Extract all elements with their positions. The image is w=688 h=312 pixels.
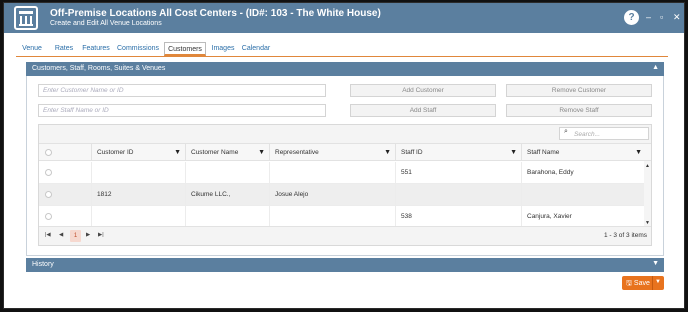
building-icon (14, 6, 38, 30)
grid-vertical-scrollbar[interactable]: ▲ ▼ (644, 161, 651, 228)
row-checkbox[interactable] (45, 169, 52, 176)
header-label: Customer Name (191, 149, 239, 156)
dropdown-caret-icon[interactable]: ▼ (655, 279, 661, 285)
cell-representative (269, 206, 395, 228)
tab-features[interactable]: Features (80, 42, 112, 56)
title-bar: Off-Premise Locations All Cost Centers -… (4, 3, 684, 33)
header-customer-name[interactable]: Customer Name ▼ (185, 144, 269, 161)
tab-customers[interactable]: Customers (164, 42, 206, 56)
header-label: Representative (275, 149, 319, 156)
prev-page-icon[interactable]: ◀ (59, 232, 63, 238)
grid-pager: |◀ ◀ 1 ▶ ▶| 1 - 3 of 3 items (39, 226, 651, 245)
cell-customer-id (91, 162, 185, 184)
header-label: Customer ID (97, 149, 134, 156)
staff-search-input[interactable]: Enter Staff Name or ID (38, 104, 326, 117)
grid-toolbar: ⌕ Search... (39, 125, 651, 144)
grid-search-placeholder: Search... (574, 131, 601, 138)
customer-search-input[interactable]: Enter Customer Name or ID (38, 84, 326, 97)
table-row[interactable]: 551 Barahona, Eddy (39, 162, 646, 184)
last-page-icon[interactable]: ▶| (98, 232, 104, 238)
tab-commissions[interactable]: Commissions (117, 42, 159, 56)
cell-representative: Josue Alejo (269, 184, 395, 206)
chevron-up-icon[interactable]: ▲ (652, 64, 659, 71)
header-select-all[interactable] (39, 144, 91, 161)
cell-staff-name (521, 184, 646, 206)
history-panel-header[interactable]: History ▼ (26, 258, 664, 272)
filter-icon[interactable]: ▼ (258, 144, 265, 161)
cell-customer-id: 1812 (91, 184, 185, 206)
cell-staff-name: Canjura, Xavier (521, 206, 646, 228)
cell-staff-id: 538 (395, 206, 521, 228)
table-row[interactable]: 1812 Cikume LLC., Josue Alejo (39, 184, 646, 206)
help-button[interactable]: ? (624, 10, 639, 25)
header-customer-id[interactable]: Customer ID ▼ (91, 144, 185, 161)
grid-search-input[interactable]: ⌕ Search... (559, 127, 649, 140)
header-label: Staff ID (401, 149, 423, 156)
chevron-down-icon[interactable]: ▼ (652, 260, 659, 267)
cell-representative (269, 162, 395, 184)
add-customer-button[interactable]: Add Customer (350, 84, 496, 97)
cell-staff-id (395, 184, 521, 206)
tab-calendar[interactable]: Calendar (240, 42, 272, 56)
cell-customer-id (91, 206, 185, 228)
header-staff-id[interactable]: Staff ID ▼ (395, 144, 521, 161)
customers-panel-header[interactable]: Customers, Staff, Rooms, Suites & Venues… (26, 62, 664, 76)
grid-header: Customer ID ▼ Customer Name ▼ Representa… (39, 144, 651, 161)
tab-underline (16, 56, 668, 57)
minimize-icon[interactable]: – (646, 11, 651, 23)
remove-customer-button[interactable]: Remove Customer (506, 84, 652, 97)
filter-icon[interactable]: ▼ (510, 144, 517, 161)
save-label: 🖫 Save (626, 280, 650, 287)
header-label: Staff Name (527, 149, 560, 156)
filter-icon[interactable]: ▼ (384, 144, 391, 161)
maximize-icon[interactable]: ▫ (660, 11, 663, 23)
scroll-up-icon[interactable]: ▲ (645, 163, 650, 169)
add-staff-button[interactable]: Add Staff (350, 104, 496, 117)
select-all-checkbox[interactable] (45, 149, 52, 156)
cell-staff-name: Barahona, Eddy (521, 162, 646, 184)
filter-icon[interactable]: ▼ (174, 144, 181, 161)
window-title: Off-Premise Locations All Cost Centers -… (50, 8, 381, 19)
tab-venue[interactable]: Venue (18, 42, 46, 56)
panel-title: Customers, Staff, Rooms, Suites & Venues (32, 65, 166, 72)
cell-customer-name (185, 206, 269, 228)
current-page-button[interactable]: 1 (70, 230, 81, 242)
split-divider (652, 276, 653, 290)
header-representative[interactable]: Representative ▼ (269, 144, 395, 161)
remove-staff-button[interactable]: Remove Staff (506, 104, 652, 117)
cell-customer-name (185, 162, 269, 184)
cell-customer-name: Cikume LLC., (185, 184, 269, 206)
row-checkbox[interactable] (45, 191, 52, 198)
window-subtitle: Create and Edit All Venue Locations (50, 20, 162, 27)
save-text: Save (633, 280, 650, 287)
header-staff-name[interactable]: Staff Name ▼ (521, 144, 646, 161)
panel-title: History (32, 261, 54, 268)
row-checkbox[interactable] (45, 213, 52, 220)
pager-info: 1 - 3 of 3 items (604, 232, 647, 239)
cell-staff-id: 551 (395, 162, 521, 184)
save-button[interactable]: 🖫 Save ▼ (622, 276, 664, 290)
close-icon[interactable]: ✕ (673, 11, 681, 23)
filter-icon[interactable]: ▼ (635, 144, 642, 161)
tab-rates[interactable]: Rates (52, 42, 76, 56)
search-icon: ⌕ (564, 128, 568, 135)
tab-images[interactable]: Images (211, 42, 235, 56)
customers-staff-grid: ⌕ Search... Customer ID ▼ Customer Name … (38, 124, 652, 246)
first-page-icon[interactable]: |◀ (45, 232, 51, 238)
next-page-icon[interactable]: ▶ (86, 232, 90, 238)
table-row[interactable]: 538 Canjura, Xavier (39, 206, 646, 228)
